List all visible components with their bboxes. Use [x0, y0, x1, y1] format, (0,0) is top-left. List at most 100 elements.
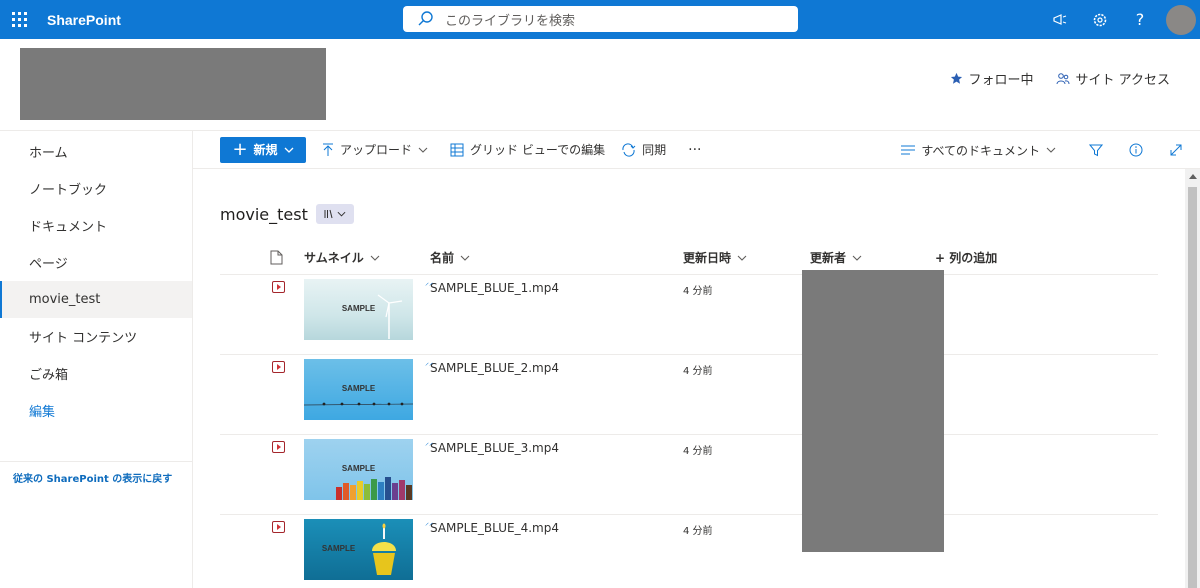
- avatar[interactable]: [1166, 4, 1196, 35]
- chevron-down-icon: [460, 255, 470, 261]
- follow-button[interactable]: フォロー中: [950, 69, 1034, 88]
- command-bar: + 新規 アップロード グリッド ビューでの編集 同期 ··· すべてのドキュメ…: [193, 131, 1200, 169]
- scrollbar-thumb[interactable]: [1188, 187, 1197, 588]
- video-thumbnail[interactable]: SAMPLE: [304, 279, 413, 340]
- nav-item-movie-test[interactable]: movie_test: [0, 281, 192, 318]
- video-thumbnail[interactable]: SAMPLE: [304, 439, 413, 500]
- nav-item-site-contents[interactable]: サイト コンテンツ: [0, 318, 192, 355]
- expand-icon[interactable]: [1156, 143, 1196, 157]
- file-type-icon[interactable]: [270, 250, 283, 265]
- new-label: 新規: [253, 143, 278, 157]
- search-icon: [418, 11, 433, 26]
- column-name[interactable]: 名前: [430, 249, 470, 266]
- table-row[interactable]: SAMPLE ⸝⸝ SAMPLE_BLUE_2.mp4 4 分前: [220, 355, 1158, 435]
- chevron-down-icon: [1046, 147, 1056, 153]
- video-thumbnail[interactable]: SAMPLE: [304, 519, 413, 580]
- column-modified[interactable]: 更新日時: [683, 249, 747, 266]
- people-icon: [1056, 72, 1070, 84]
- sync-icon: [622, 142, 636, 157]
- search-box[interactable]: このライブラリを検索: [403, 6, 798, 32]
- video-file-icon: [272, 361, 285, 373]
- classic-view-link[interactable]: 従来の SharePoint の表示に戻す: [0, 461, 193, 485]
- help-icon[interactable]: ?: [1120, 0, 1160, 39]
- left-navigation: ホーム ノートブック ドキュメント ページ movie_test サイト コンテ…: [0, 131, 193, 588]
- nav-edit-link[interactable]: 編集: [0, 392, 192, 429]
- modified-time: 4 分前: [683, 286, 713, 297]
- chevron-down-icon: [337, 211, 346, 217]
- grid-icon: [450, 143, 464, 156]
- column-header-row: サムネイル 名前 更新日時 更新者 + 列の追加: [220, 241, 1158, 275]
- grid-edit-label: グリッド ビューでの編集: [470, 143, 606, 157]
- thumbnail-label: SAMPLE: [341, 384, 376, 393]
- thumbnail-label: SAMPLE: [341, 464, 376, 473]
- file-name: SAMPLE_BLUE_3.mp4: [430, 441, 559, 455]
- column-modified-by[interactable]: 更新者: [810, 249, 862, 266]
- chevron-down-icon: [852, 255, 862, 261]
- sync-label: 同期: [642, 143, 667, 157]
- file-name-link[interactable]: ⸝⸝ SAMPLE_BLUE_2.mp4: [425, 358, 559, 375]
- column-thumbnail-label: サムネイル: [304, 251, 364, 265]
- modified-time: 4 分前: [683, 366, 713, 377]
- nav-item-pages[interactable]: ページ: [0, 244, 192, 281]
- follow-label: フォロー中: [968, 73, 1034, 88]
- view-selector[interactable]: すべてのドキュメント: [901, 142, 1062, 159]
- site-access-button[interactable]: サイト アクセス: [1056, 69, 1170, 88]
- video-file-icon: [272, 521, 285, 533]
- upload-label: アップロード: [340, 143, 413, 157]
- nav-item-documents[interactable]: ドキュメント: [0, 207, 192, 244]
- upload-icon: [323, 143, 333, 156]
- file-name-link[interactable]: ⸝⸝ SAMPLE_BLUE_4.mp4: [425, 518, 559, 535]
- view-lines-icon: [901, 145, 916, 155]
- document-library: movie_test サムネイル 名前 更新日時 更新者 + 列の追加 SAMP…: [193, 169, 1185, 588]
- star-icon: [950, 72, 962, 84]
- vertical-scrollbar[interactable]: [1185, 169, 1200, 588]
- info-icon[interactable]: [1116, 143, 1156, 157]
- chevron-down-icon: [418, 147, 428, 153]
- table-row[interactable]: SAMPLE ⸝⸝ SAMPLE_BLUE_4.mp4 4 分前: [220, 515, 1158, 588]
- grid-edit-button[interactable]: グリッド ビューでの編集: [450, 141, 605, 158]
- video-thumbnail[interactable]: SAMPLE: [304, 359, 413, 420]
- plus-icon: +: [232, 138, 248, 160]
- thumbnail-label: SAMPLE: [341, 304, 376, 313]
- chevron-down-icon: [284, 147, 294, 153]
- brand-name[interactable]: SharePoint: [47, 12, 121, 28]
- new-file-sparkle-icon: ⸝⸝: [425, 518, 433, 527]
- modified-by-redacted: [802, 270, 944, 552]
- site-access-label: サイト アクセス: [1075, 73, 1170, 88]
- file-name: SAMPLE_BLUE_1.mp4: [430, 281, 559, 295]
- column-modified-label: 更新日時: [683, 251, 732, 265]
- nav-item-recycle-bin[interactable]: ごみ箱: [0, 355, 192, 392]
- library-title: movie_test: [220, 204, 308, 224]
- upload-button[interactable]: アップロード: [322, 141, 434, 158]
- sync-button[interactable]: 同期: [621, 141, 666, 158]
- column-modified-by-label: 更新者: [810, 251, 847, 265]
- library-icon: [324, 209, 333, 219]
- new-file-sparkle-icon: ⸝⸝: [425, 438, 433, 447]
- new-file-sparkle-icon: ⸝⸝: [425, 358, 433, 367]
- file-name-link[interactable]: ⸝⸝ SAMPLE_BLUE_1.mp4: [425, 278, 559, 295]
- nav-item-notebook[interactable]: ノートブック: [0, 170, 192, 207]
- gear-icon[interactable]: [1080, 0, 1120, 39]
- megaphone-icon[interactable]: [1040, 0, 1080, 39]
- view-label: すべてのドキュメント: [921, 143, 1040, 158]
- table-row[interactable]: SAMPLE ⸝⸝ SAMPLE_BLUE_1.mp4 4 分前: [220, 275, 1158, 355]
- video-file-icon: [272, 441, 285, 453]
- more-button[interactable]: ···: [688, 142, 701, 158]
- add-column-button[interactable]: + 列の追加: [935, 249, 997, 266]
- file-name-link[interactable]: ⸝⸝ SAMPLE_BLUE_3.mp4: [425, 438, 559, 455]
- filter-icon[interactable]: [1076, 143, 1116, 157]
- suite-bar: SharePoint このライブラリを検索 ?: [0, 0, 1200, 39]
- chevron-down-icon: [370, 255, 380, 261]
- app-launcher-icon[interactable]: [0, 0, 39, 39]
- column-thumbnail[interactable]: サムネイル: [304, 249, 380, 266]
- new-button[interactable]: + 新規: [220, 136, 306, 163]
- scroll-up-icon[interactable]: [1189, 174, 1197, 179]
- view-switcher[interactable]: [315, 204, 354, 224]
- chevron-down-icon: [737, 255, 747, 261]
- table-row[interactable]: SAMPLE ⸝⸝ SAMPLE_BLUE_3.mp4 4 分前: [220, 435, 1158, 515]
- file-name: SAMPLE_BLUE_2.mp4: [430, 361, 559, 375]
- column-name-label: 名前: [430, 251, 455, 265]
- modified-time: 4 分前: [683, 526, 713, 537]
- video-file-icon: [272, 281, 285, 293]
- nav-item-home[interactable]: ホーム: [0, 133, 192, 170]
